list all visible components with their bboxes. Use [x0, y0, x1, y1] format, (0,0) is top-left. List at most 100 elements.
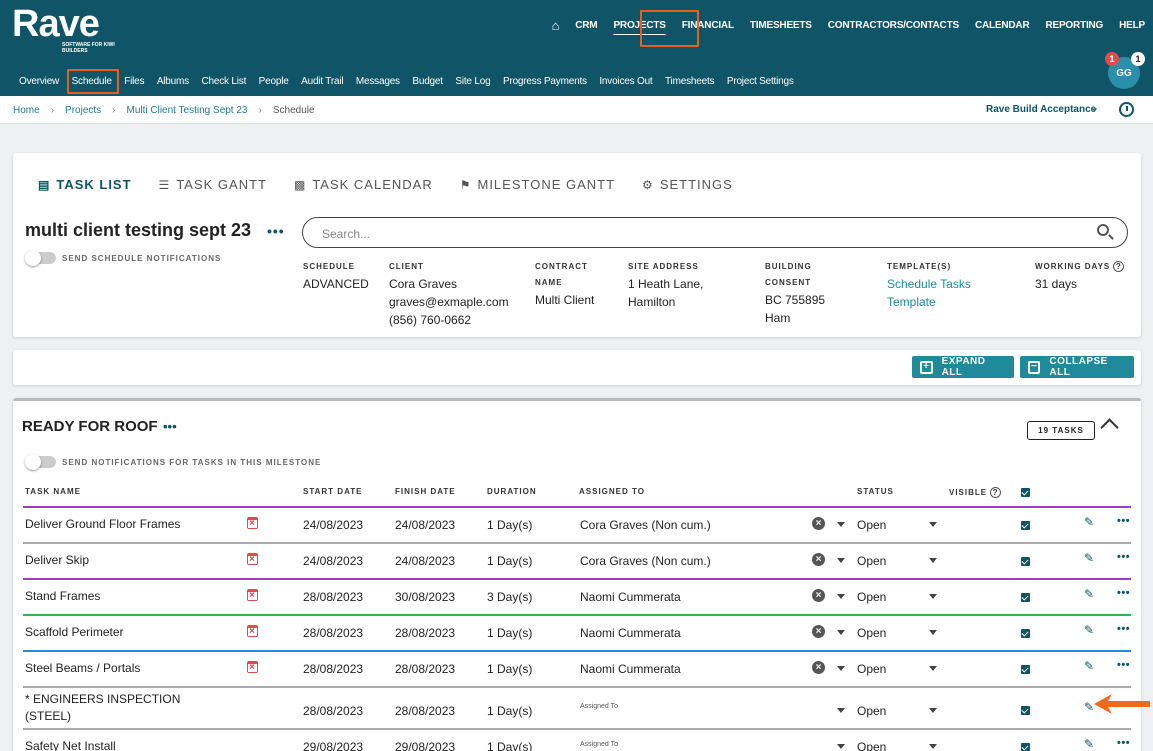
breadcrumb-projects[interactable]: Projects: [65, 105, 101, 116]
task-name-line2[interactable]: (STEEL): [25, 709, 71, 723]
task-name[interactable]: Safety Net Install: [25, 739, 116, 751]
subnav-check-list[interactable]: Check List: [201, 76, 246, 87]
edit-pencil-icon[interactable]: ✎: [1084, 659, 1094, 673]
subnav-files[interactable]: Files: [124, 76, 144, 87]
template-link[interactable]: Template: [887, 293, 971, 311]
task-name[interactable]: * ENGINEERS INSPECTION: [25, 692, 180, 706]
select-all-checkbox[interactable]: [1021, 488, 1030, 497]
row-menu-icon[interactable]: •••: [1117, 737, 1130, 749]
column-status[interactable]: STATUS: [857, 487, 894, 496]
status-select[interactable]: Open: [857, 740, 886, 751]
column-assigned-to[interactable]: ASSIGNED TO: [579, 487, 645, 496]
visible-checkbox[interactable]: [1021, 593, 1030, 602]
chevron-down-icon[interactable]: [929, 522, 937, 527]
assigned-to[interactable]: Cora Graves (Non cum.): [580, 518, 711, 532]
status-select[interactable]: Open: [857, 704, 886, 718]
edit-pencil-icon[interactable]: ✎: [1084, 623, 1094, 637]
edit-pencil-icon[interactable]: ✎: [1084, 587, 1094, 601]
tab-task-list[interactable]: ▤ TASK LIST: [38, 177, 132, 192]
task-name[interactable]: Steel Beams / Portals: [25, 661, 140, 675]
status-select[interactable]: Open: [857, 590, 886, 604]
expand-all-button[interactable]: + EXPAND ALL: [912, 356, 1014, 378]
chevron-down-icon[interactable]: [929, 708, 937, 713]
subnav-project-settings[interactable]: Project Settings: [727, 76, 794, 87]
column-task-name[interactable]: TASK NAME: [25, 487, 81, 496]
rave-logo[interactable]: Rave SOFTWARE FOR KIWI BUILDERS: [12, 4, 115, 54]
column-duration[interactable]: DURATION: [487, 487, 537, 496]
status-select[interactable]: Open: [857, 662, 886, 676]
chevron-down-icon[interactable]: ⌄: [1090, 101, 1099, 114]
home-icon[interactable]: ⌂: [552, 18, 560, 33]
subnav-site-log[interactable]: Site Log: [455, 76, 490, 87]
search-icon[interactable]: [1097, 224, 1109, 236]
clear-assignee-icon[interactable]: ×: [812, 589, 825, 602]
status-select[interactable]: Open: [857, 626, 886, 640]
subnav-timesheets[interactable]: Timesheets: [665, 76, 715, 87]
table-row[interactable]: Deliver Skip 24/08/2023 24/08/2023 1 Day…: [23, 542, 1131, 578]
edit-pencil-icon[interactable]: ✎: [1084, 737, 1094, 751]
status-select[interactable]: Open: [857, 518, 886, 532]
chevron-down-icon[interactable]: [837, 630, 845, 635]
assigned-to[interactable]: Cora Graves (Non cum.): [580, 554, 711, 568]
nav-calendar[interactable]: CALENDAR: [975, 20, 1030, 31]
tab-settings[interactable]: ⚙ SETTINGS: [642, 177, 733, 192]
visible-checkbox[interactable]: [1021, 557, 1030, 566]
account-selector[interactable]: Rave Build Acceptance: [986, 104, 1096, 115]
chevron-down-icon[interactable]: [837, 708, 845, 713]
milestone-notifications-toggle[interactable]: [25, 454, 56, 470]
subnav-progress-payments[interactable]: Progress Payments: [503, 76, 587, 87]
visible-checkbox[interactable]: [1021, 743, 1030, 751]
calendar-x-icon[interactable]: [247, 625, 258, 637]
task-name[interactable]: Scaffold Perimeter: [25, 625, 124, 639]
visible-checkbox[interactable]: [1021, 521, 1030, 530]
schedule-notifications-toggle[interactable]: [25, 250, 56, 266]
assigned-to[interactable]: Naomi Cummerata: [580, 626, 681, 640]
row-menu-icon[interactable]: •••: [1117, 659, 1130, 671]
table-row[interactable]: Stand Frames 28/08/2023 30/08/2023 3 Day…: [23, 578, 1131, 614]
task-name[interactable]: Stand Frames: [25, 589, 100, 603]
search-input[interactable]: Search...: [302, 217, 1128, 248]
chevron-down-icon[interactable]: [837, 558, 845, 563]
chevron-down-icon[interactable]: [929, 666, 937, 671]
collapse-all-button[interactable]: − COLLAPSE ALL: [1020, 356, 1134, 378]
table-row[interactable]: Steel Beams / Portals 28/08/2023 28/08/2…: [23, 650, 1131, 686]
clear-assignee-icon[interactable]: ×: [812, 553, 825, 566]
chevron-down-icon[interactable]: [929, 594, 937, 599]
calendar-x-icon[interactable]: [247, 517, 258, 529]
subnav-invoices-out[interactable]: Invoices Out: [599, 76, 652, 87]
clock-icon[interactable]: [1119, 102, 1134, 117]
visible-checkbox[interactable]: [1021, 665, 1030, 674]
subnav-overview[interactable]: Overview: [19, 76, 59, 87]
assigned-to-placeholder[interactable]: Assigned To: [580, 741, 618, 748]
chevron-up-icon[interactable]: [1100, 418, 1119, 437]
row-menu-icon[interactable]: •••: [1117, 587, 1130, 599]
table-row[interactable]: Scaffold Perimeter 28/08/2023 28/08/2023…: [23, 614, 1131, 650]
assigned-to-placeholder[interactable]: Assigned To: [580, 703, 618, 710]
column-start-date[interactable]: START DATE: [303, 487, 362, 496]
nav-contractors-contacts[interactable]: CONTRACTORS/CONTACTS: [828, 20, 959, 31]
subnav-albums[interactable]: Albums: [157, 76, 189, 87]
row-menu-icon[interactable]: •••: [1117, 551, 1130, 563]
row-menu-icon[interactable]: •••: [1117, 623, 1130, 635]
clear-assignee-icon[interactable]: ×: [812, 661, 825, 674]
chevron-down-icon[interactable]: [837, 744, 845, 749]
calendar-x-icon[interactable]: [247, 661, 258, 673]
edit-pencil-icon[interactable]: ✎: [1084, 551, 1094, 565]
subnav-audit-trail[interactable]: Audit Trail: [301, 76, 343, 87]
assigned-to[interactable]: Naomi Cummerata: [580, 590, 681, 604]
chevron-down-icon[interactable]: [929, 744, 937, 749]
calendar-x-icon[interactable]: [247, 553, 258, 565]
chevron-down-icon[interactable]: [837, 594, 845, 599]
nav-crm[interactable]: CRM: [575, 20, 597, 31]
task-name[interactable]: Deliver Skip: [25, 553, 89, 567]
chevron-down-icon[interactable]: [837, 522, 845, 527]
clear-assignee-icon[interactable]: ×: [812, 517, 825, 530]
nav-reporting[interactable]: REPORTING: [1045, 20, 1103, 31]
subnav-people[interactable]: People: [259, 76, 289, 87]
nav-help[interactable]: HELP: [1119, 20, 1145, 31]
nav-timesheets[interactable]: TIMESHEETS: [750, 20, 812, 31]
task-name[interactable]: Deliver Ground Floor Frames: [25, 517, 180, 531]
visible-checkbox[interactable]: [1021, 629, 1030, 638]
template-link[interactable]: Schedule Tasks: [887, 275, 971, 293]
project-menu-button[interactable]: •••: [267, 223, 285, 239]
